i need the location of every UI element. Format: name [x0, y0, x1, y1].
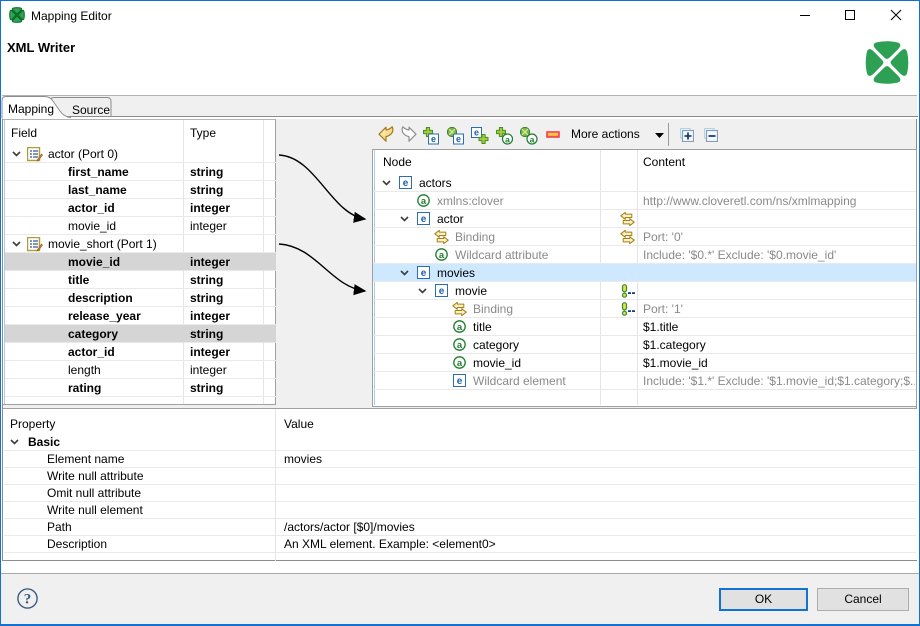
svg-text:a: a: [439, 250, 445, 261]
svg-text:e: e: [457, 376, 463, 387]
svg-text:a: a: [457, 322, 463, 333]
svg-text:?: ?: [24, 591, 32, 607]
svg-text:e: e: [421, 214, 427, 225]
svg-text:a: a: [421, 196, 427, 207]
svg-text:e: e: [474, 128, 479, 138]
svg-text:a: a: [457, 340, 463, 351]
svg-text:e: e: [403, 178, 409, 189]
svg-text:e: e: [456, 134, 461, 144]
svg-text:e: e: [439, 286, 445, 297]
svg-text:e: e: [421, 268, 427, 279]
svg-text:a: a: [457, 358, 463, 369]
svg-text:a: a: [505, 134, 510, 144]
svg-text:a: a: [530, 134, 535, 144]
svg-text:e: e: [431, 134, 436, 144]
